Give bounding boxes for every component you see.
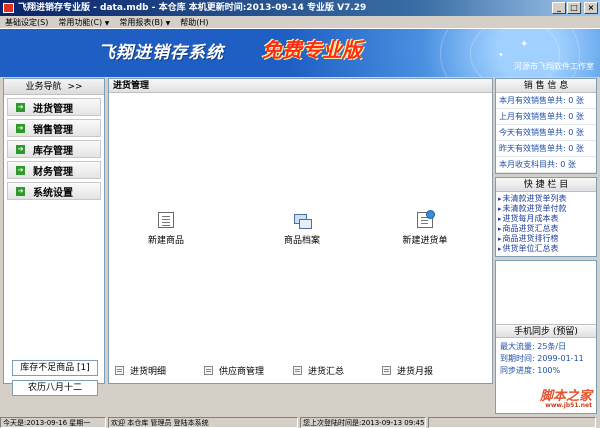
arrow-right-icon: ➔ <box>16 102 25 112</box>
arrow-right-icon: ➔ <box>16 186 25 196</box>
business-navigation: 业务导航 >> ➔ 进货管理 ➔ 销售管理 ➔ 库存管理 ➔ 财务管理 ➔ 系统设… <box>3 78 105 396</box>
nav-item-inventory[interactable]: ➔ 库存管理 <box>7 140 101 158</box>
chevron-right-icon: >> <box>67 82 83 92</box>
list-icon <box>204 366 213 375</box>
stock-alert-button[interactable]: 库存不足商品 [1] <box>12 360 98 376</box>
quick-link-product-purchase-summary[interactable]: 商品进货汇总表 <box>496 224 596 234</box>
nav-item-purchase[interactable]: ➔ 进货管理 <box>7 98 101 116</box>
link-purchase-summary[interactable]: 进货汇总 <box>293 364 382 377</box>
quick-link-unpaid-purchase-payment[interactable]: 未清款进货单付款 <box>496 204 596 214</box>
sales-row: 上月有效销售单共: 0 张 <box>496 109 596 125</box>
lunar-date-label: 农历八月十二 <box>12 380 98 396</box>
nav-item-sales[interactable]: ➔ 销售管理 <box>7 119 101 137</box>
mobile-row-max-traffic: 最大流量: 25条/日 <box>500 342 567 351</box>
chevron-down-icon: ▼ <box>104 20 110 27</box>
sales-info-header: 销 售 信 息 <box>496 79 596 93</box>
new-purchase-order-shortcut[interactable]: 新建进货单 <box>390 210 460 246</box>
nav-item-system-settings[interactable]: ➔ 系统设置 <box>7 182 101 200</box>
list-icon <box>115 366 124 375</box>
link-supplier-management[interactable]: 供应商管理 <box>204 364 293 377</box>
status-empty <box>428 417 596 428</box>
product-archive-shortcut[interactable]: 商品档案 <box>267 212 337 246</box>
menu-help[interactable]: 帮助(H) <box>175 16 213 28</box>
menu-bar: 基础设定(S) 常用功能(C) ▼ 常用报表(B) ▼ 帮助(H) <box>0 16 600 29</box>
banner-company: 河源市飞翔软件工作室 <box>514 62 594 71</box>
chevron-down-icon: ▼ <box>165 20 171 27</box>
status-bar: 今天是:2013-09-16 星期一 欢迎 本仓库 管理员 登陆本系统 您上次登… <box>0 417 600 428</box>
windows-icon <box>294 212 312 229</box>
minimize-button[interactable]: _ <box>552 2 566 14</box>
close-button[interactable]: × <box>584 2 598 14</box>
mobile-sync-header: 手机同步 (预留) <box>496 324 596 338</box>
mobile-row-expiry: 到期时间: 2099-01-11 <box>500 354 584 363</box>
maximize-button[interactable]: □ <box>567 2 581 14</box>
banner-title: 飞翔进销存系统 <box>98 43 224 63</box>
nav-header[interactable]: 业务导航 >> <box>4 79 104 95</box>
menu-basic-settings[interactable]: 基础设定(S) <box>0 16 53 28</box>
menu-common-reports[interactable]: 常用报表(B) ▼ <box>114 16 175 28</box>
sales-row: 今天有效销售单共: 0 张 <box>496 125 596 141</box>
main-panel-title: 进货管理 <box>109 79 492 93</box>
sales-row: 本月有效销售单共: 0 张 <box>496 93 596 109</box>
window-controls: _ □ × <box>552 2 598 14</box>
quick-link-monthly-cost[interactable]: 进货每月成本表 <box>496 214 596 224</box>
status-last-login: 您上次登陆时间是:2013-09-13 09:45:19 <box>300 417 426 428</box>
main-panel: 进货管理 新建商品 商品档案 新建进货单 进货明细 供应商管理 进货汇总 进货月… <box>108 78 493 384</box>
banner-edition: 免费专业版 <box>262 38 362 62</box>
list-icon <box>293 366 302 375</box>
watermark-logo: 脚本之家 www.jb51.net <box>539 389 592 409</box>
sales-row: 本月收支科目共: 0 张 <box>496 157 596 173</box>
sparkle-icon: ✦ <box>520 39 529 50</box>
arrow-right-icon: ➔ <box>16 123 25 133</box>
quick-links-panel: 快 捷 栏 目 未清款进货单列表 未清款进货单付款 进货每月成本表 商品进货汇总… <box>495 177 597 257</box>
sales-row: 昨天有效销售单共: 0 张 <box>496 141 596 157</box>
nav-item-finance[interactable]: ➔ 财务管理 <box>7 161 101 179</box>
banner: ✦ ✦ 飞翔进销存系统 免费专业版 河源市飞翔软件工作室 <box>0 29 600 77</box>
quick-link-unpaid-purchase-list[interactable]: 未清款进货单列表 <box>496 194 596 204</box>
purchase-links: 进货明细 供应商管理 进货汇总 进货月报 <box>115 364 471 377</box>
sales-info-panel: 销 售 信 息 本月有效销售单共: 0 张 上月有效销售单共: 0 张 今天有效… <box>495 78 597 174</box>
quick-link-product-purchase-ranking[interactable]: 商品进货排行榜 <box>496 234 596 244</box>
menu-common-functions[interactable]: 常用功能(C) ▼ <box>53 16 114 28</box>
quick-link-supplier-summary[interactable]: 供货单位汇总表 <box>496 244 596 254</box>
status-today: 今天是:2013-09-16 星期一 <box>0 417 106 428</box>
sparkle-icon: ✦ <box>498 51 504 59</box>
new-product-shortcut[interactable]: 新建商品 <box>131 212 201 246</box>
quick-links-header: 快 捷 栏 目 <box>496 178 596 192</box>
new-document-icon <box>417 210 435 228</box>
app-icon <box>3 3 14 13</box>
arrow-right-icon: ➔ <box>16 165 25 175</box>
title-bar: 飞翔进销存专业版 - data.mdb - 本仓库 本机更新时间:2013-09… <box>0 0 600 16</box>
window-title: 飞翔进销存专业版 - data.mdb - 本仓库 本机更新时间:2013-09… <box>18 3 367 13</box>
list-icon <box>382 366 391 375</box>
link-purchase-details[interactable]: 进货明细 <box>115 364 204 377</box>
document-icon <box>158 212 174 228</box>
mobile-row-progress: 同步进度: 100% <box>500 366 561 375</box>
mobile-sync-panel: 手机同步 (预留) 最大流量: 25条/日 到期时间: 2099-01-11 同… <box>495 260 597 414</box>
link-purchase-monthly[interactable]: 进货月报 <box>382 364 471 377</box>
status-user: 欢迎 本仓库 管理员 登陆本系统 <box>108 417 298 428</box>
arrow-right-icon: ➔ <box>16 144 25 154</box>
